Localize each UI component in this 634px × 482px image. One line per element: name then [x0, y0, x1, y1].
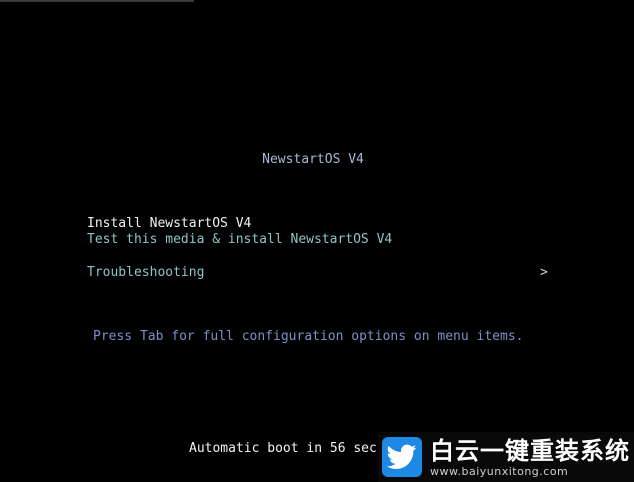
- menu-item-install[interactable]: Install NewstartOS V4: [87, 216, 251, 232]
- watermark-text: 白云一键重装系统 www.baiyunxitong.com: [430, 437, 630, 478]
- tab-hint-text: Press Tab for full configuration options…: [93, 329, 524, 344]
- boot-countdown: Automatic boot in 56 sec: [189, 441, 377, 456]
- menu-item-troubleshooting[interactable]: Troubleshooting: [87, 265, 204, 281]
- menu-item-test-and-install[interactable]: Test this media & install NewstartOS V4: [87, 232, 392, 248]
- chevron-right-icon: >: [540, 265, 548, 280]
- watermark-banner: 白云一键重装系统 www.baiyunxitong.com: [378, 432, 634, 482]
- watermark-url: www.baiyunxitong.com: [430, 464, 569, 478]
- watermark-brand: 白云一键重装系统: [430, 436, 630, 465]
- top-edge-bar: [0, 0, 194, 2]
- twitter-bird-icon: [382, 437, 422, 477]
- boot-menu-title: NewstartOS V4: [262, 152, 364, 167]
